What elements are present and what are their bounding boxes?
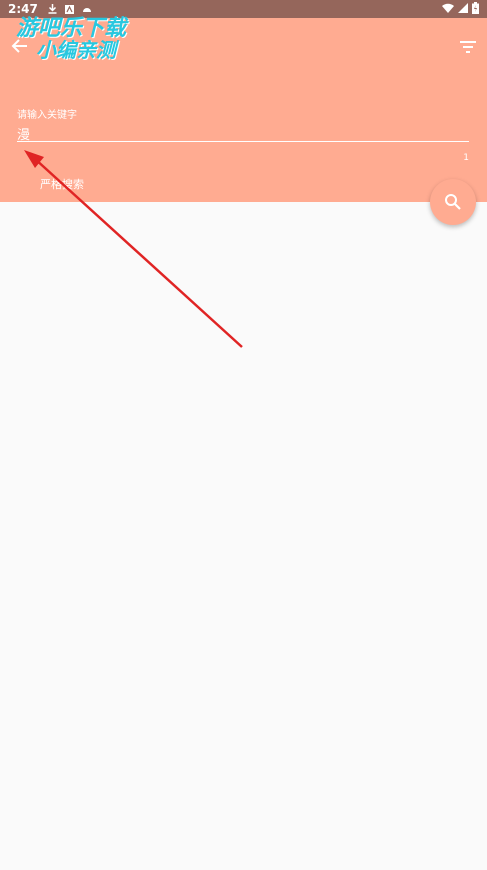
- watermark-text-line2: 小编亲测: [36, 38, 116, 62]
- filter-icon[interactable]: [459, 38, 477, 56]
- status-system-icons: [442, 2, 479, 14]
- search-icon: [445, 194, 461, 210]
- battery-icon: [472, 2, 479, 14]
- strict-search-toggle[interactable]: 严格搜索: [40, 176, 84, 192]
- search-field-label: 请输入关键字: [17, 110, 77, 121]
- app-bar: 分享 游吧乐下载 小编亲测 请输入关键字 漫 1 严格搜索: [0, 16, 487, 202]
- wifi-icon: [442, 3, 454, 13]
- search-input-underline: [17, 141, 469, 142]
- signal-icon: [458, 3, 468, 13]
- character-counter: 1: [463, 153, 469, 163]
- search-fab[interactable]: [430, 179, 476, 225]
- watermark: 游吧乐下载 小编亲测: [12, 10, 152, 66]
